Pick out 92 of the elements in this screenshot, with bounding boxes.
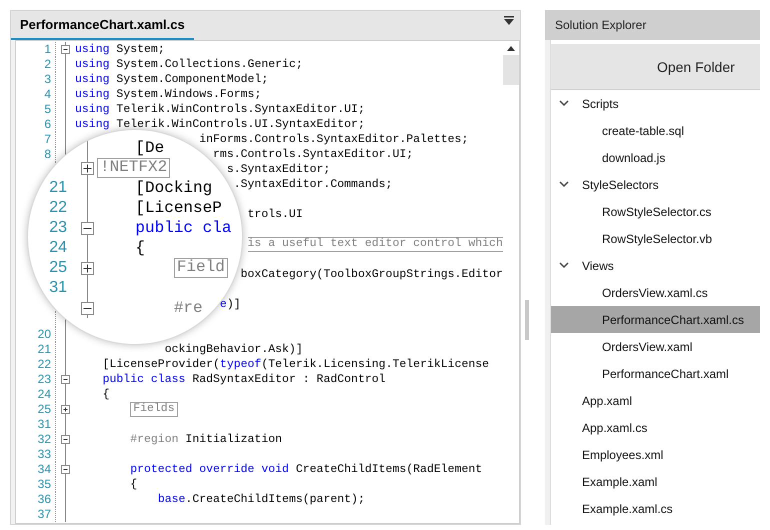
code-line: protected override void CreateChildItems(RadElement — [130, 462, 482, 477]
tree-item[interactable]: App.xaml — [550, 387, 760, 414]
code-line: { — [102, 387, 110, 402]
collapse-toggle-icon[interactable] — [60, 435, 70, 444]
code-line: rms.Controls.SyntaxEditor.UI; — [213, 147, 414, 162]
tree-item[interactable]: Example.xaml.cs — [550, 495, 760, 522]
line-number: 36 — [38, 492, 51, 507]
code-line: #region Initialization — [130, 432, 282, 447]
chevron-down-icon[interactable] — [558, 181, 569, 188]
code-line: public class RadSyntaxEditor : RadControl — [102, 372, 386, 387]
line-number: 6 — [44, 117, 51, 132]
tree-item[interactable]: Example.xaml — [550, 468, 760, 495]
expand-toggle-icon[interactable] — [81, 262, 94, 274]
line-number: 21 — [38, 342, 51, 357]
collapse-toggle-icon[interactable] — [60, 45, 70, 54]
dropdown-menu-icon[interactable] — [504, 16, 514, 26]
code-line: s.SyntaxEditor; — [226, 162, 330, 177]
line-number: 4 — [44, 87, 51, 102]
code-line: base.CreateChildItems(parent); — [158, 492, 365, 507]
code-line: trols.UI — [248, 207, 303, 222]
tree-item[interactable]: Views — [550, 252, 760, 279]
collapsed-region[interactable]: Field — [174, 258, 228, 278]
scrollbar-thumb[interactable] — [502, 55, 519, 85]
collapsed-region[interactable]: Fields — [130, 402, 178, 417]
code-line: [De — [135, 138, 164, 158]
line-number: 33 — [38, 447, 51, 462]
line-number: 2 — [44, 57, 51, 72]
line-number: 25 — [38, 402, 51, 417]
chevron-down-icon[interactable] — [558, 262, 569, 269]
tree-item[interactable]: PerformanceChart.xaml — [550, 360, 760, 387]
code-line: #re — [174, 298, 203, 318]
collapse-toggle-icon[interactable] — [60, 465, 70, 474]
line-number: 34 — [38, 462, 51, 477]
line-number: 5 — [44, 102, 51, 117]
panel-title: Solution Explorer — [544, 10, 760, 40]
code-line: e)] — [220, 297, 241, 312]
chevron-down-icon[interactable] — [558, 100, 569, 107]
tree-item[interactable]: RowStyleSelector.cs — [550, 198, 760, 225]
line-number: 24 — [49, 239, 67, 256]
collapsed-comment[interactable]: is a useful text editor control which — [248, 237, 503, 252]
tree-item[interactable]: OrdersView.xaml.cs — [550, 279, 760, 306]
code-line: [LicenseProvider(typeof(Telerik.Licensing.TelerikLicense — [102, 357, 490, 372]
line-number: 22 — [38, 357, 51, 372]
line-number: 21 — [49, 179, 67, 196]
code-line: ockingBehavior.Ask)] — [164, 342, 303, 357]
tree-item[interactable]: App.xaml.cs — [550, 414, 760, 441]
tree-item[interactable]: StyleSelectors — [550, 171, 760, 198]
line-number: 23 — [38, 372, 51, 387]
line-number: 32 — [38, 432, 51, 447]
code-line: inForms.Controls.SyntaxEditor.Palettes; — [199, 132, 468, 147]
line-number: 23 — [49, 219, 67, 236]
code-line: public cla — [135, 218, 232, 238]
code-line: using Telerik.WinControls.SyntaxEditor.UI; — [75, 102, 365, 117]
code-line: .SyntaxEditor.Commands; — [234, 177, 392, 192]
tree-item[interactable]: RowStyleSelector.vb — [550, 225, 760, 252]
tree-item[interactable]: Employees.xml — [550, 441, 760, 468]
collapse-toggle-icon[interactable] — [60, 375, 70, 384]
collapsed-region[interactable]: !NETFX2 — [97, 158, 170, 178]
line-number: 24 — [38, 387, 51, 402]
collapse-toggle-icon[interactable] — [81, 302, 94, 314]
code-line: using Telerik.WinControls.UI.SyntaxEditor; — [75, 117, 365, 132]
code-line: [LicenseP — [135, 198, 222, 218]
tree-item[interactable]: PerformanceChart.xaml.cs — [550, 306, 760, 333]
tree-item[interactable]: OrdersView.xaml — [550, 333, 760, 360]
line-number: 1 — [44, 42, 51, 57]
line-number: 37 — [38, 507, 51, 522]
code-line: using System.ComponentModel; — [75, 72, 268, 87]
code-line: boxCategory(ToolboxGroupStrings.Editor — [240, 267, 503, 282]
open-folder-button[interactable]: Open Folder — [550, 44, 760, 90]
tree-item[interactable]: download.js — [550, 144, 760, 171]
tree-item[interactable]: create-table.sql — [550, 117, 760, 144]
code-line: using System.Collections.Generic; — [75, 57, 303, 72]
line-number: 8 — [44, 147, 51, 162]
collapse-toggle-icon[interactable] — [81, 222, 94, 234]
code-line: [Docking — [135, 178, 212, 198]
expand-toggle-icon[interactable] — [60, 405, 70, 414]
line-number: 31 — [49, 279, 67, 296]
line-number: 25 — [49, 259, 67, 276]
line-number: 20 — [38, 327, 51, 342]
line-number: 7 — [44, 132, 51, 147]
code-line: using System.Windows.Forms; — [75, 87, 262, 102]
line-number: 22 — [49, 199, 67, 216]
code-line: { — [135, 238, 146, 258]
line-number: 31 — [38, 417, 51, 432]
line-number: 35 — [38, 477, 51, 492]
code-line: using System; — [75, 42, 165, 57]
line-number: 3 — [44, 72, 51, 87]
expand-toggle-icon[interactable] — [81, 162, 94, 174]
splitter-handle[interactable] — [524, 300, 529, 340]
code-line: { — [130, 477, 138, 492]
scroll-up-arrow-icon[interactable] — [506, 46, 515, 51]
tree-item[interactable]: Scripts — [550, 90, 760, 117]
